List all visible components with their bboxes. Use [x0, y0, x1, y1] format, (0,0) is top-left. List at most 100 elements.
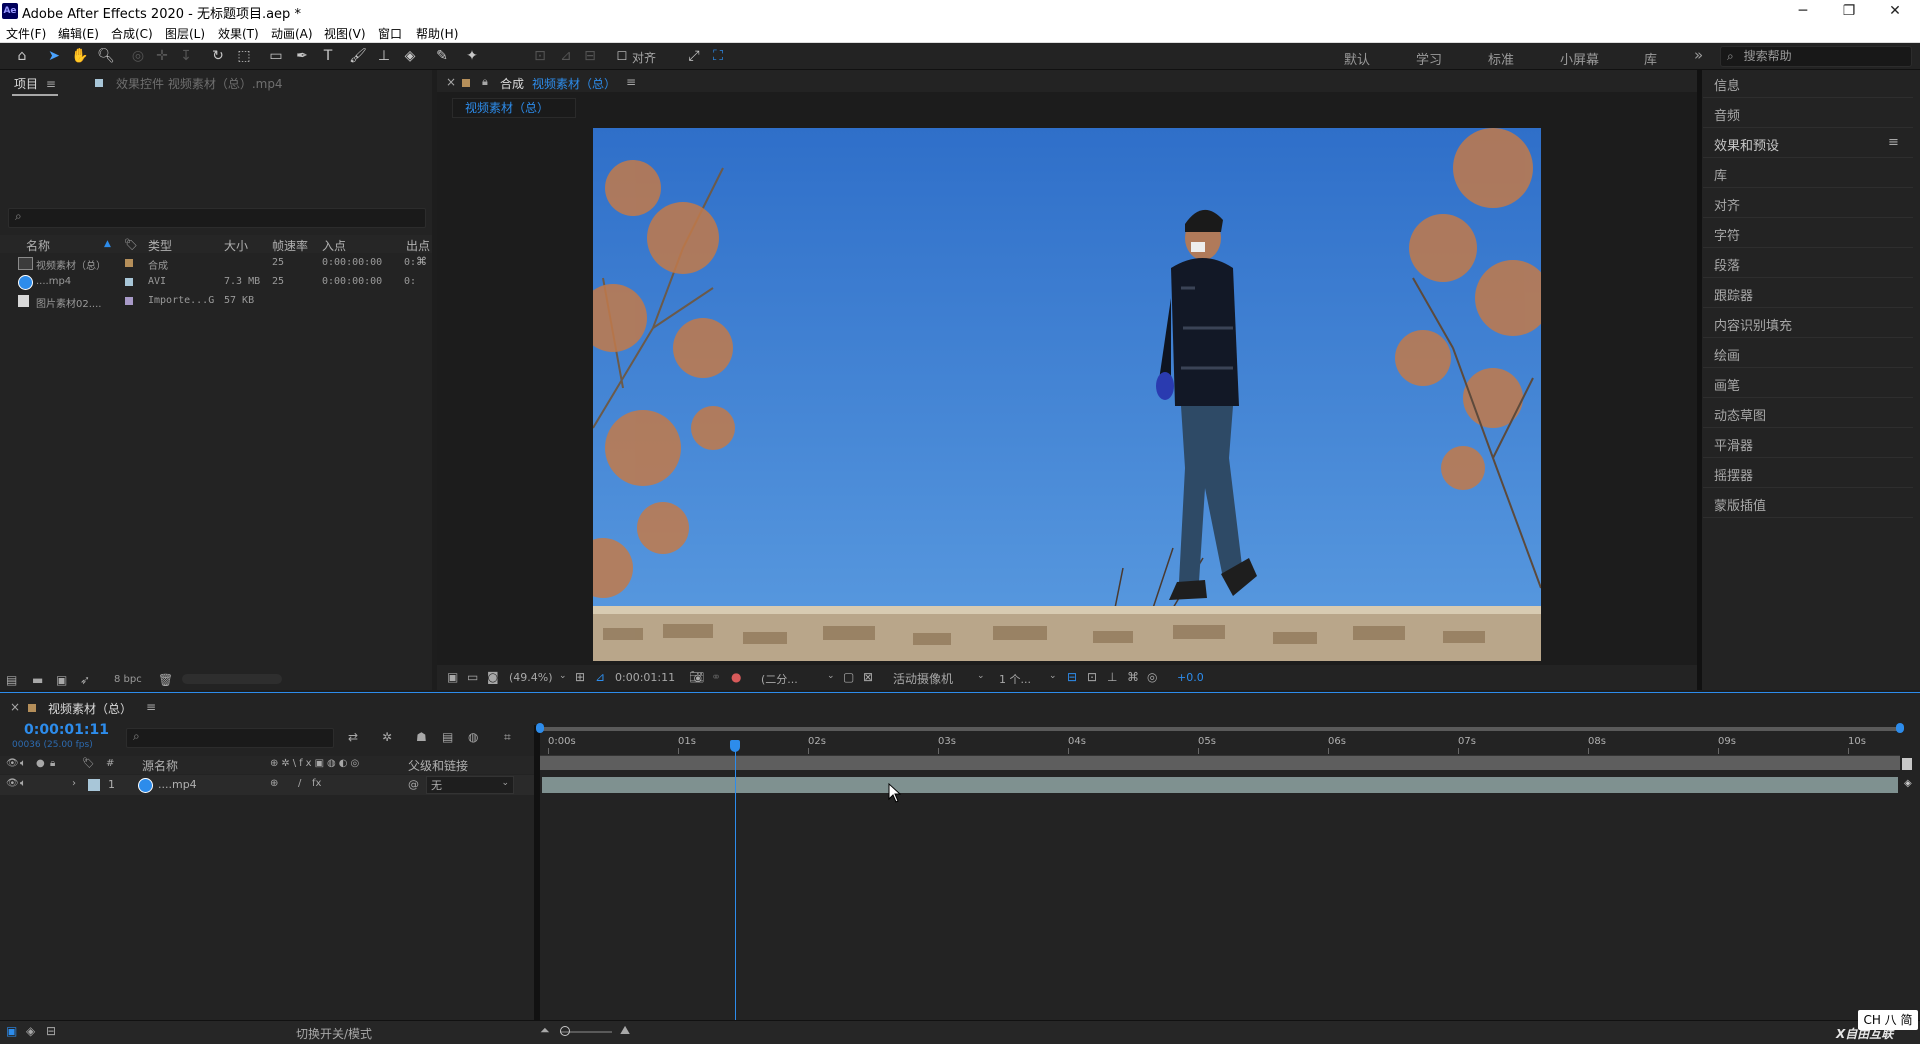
timeline-search-input[interactable]: ⌕: [126, 728, 334, 748]
toggle-switches-modes-button[interactable]: 切换开关/模式: [296, 1025, 372, 1042]
shy-layers-icon[interactable]: ☗: [416, 730, 427, 744]
new-folder-icon[interactable]: ▬: [32, 673, 43, 687]
pan-behind-tool-icon[interactable]: ⬚: [234, 46, 254, 66]
workspace-learn[interactable]: 学习: [1416, 49, 1442, 68]
parent-select[interactable]: 无 ⌄: [426, 776, 514, 794]
pick-whip-icon[interactable]: @: [408, 778, 419, 791]
render-icon[interactable]: ➶: [80, 673, 90, 687]
chevron-down-icon[interactable]: ⌄: [1049, 671, 1057, 681]
panel-menu-icon[interactable]: ≡: [1888, 135, 1899, 150]
menu-effect[interactable]: 效果(T): [218, 25, 259, 42]
column-source-name[interactable]: 源名称: [142, 757, 178, 774]
column-name[interactable]: 名称: [26, 237, 50, 254]
home-icon[interactable]: ⌂: [12, 46, 32, 66]
color-channel-icon[interactable]: ●: [731, 670, 741, 684]
zoom-select[interactable]: (49.4%): [509, 671, 553, 684]
time-navigator[interactable]: [540, 756, 1900, 770]
menu-animation[interactable]: 动画(A): [271, 25, 313, 42]
snap-label[interactable]: 对齐: [632, 49, 656, 66]
sort-asc-icon[interactable]: ▲: [104, 239, 111, 249]
panel-motion-sketch[interactable]: 动态草图: [1714, 405, 1766, 424]
workspace-standard[interactable]: 标准: [1488, 49, 1514, 68]
workspace-small-screen[interactable]: 小屏幕: [1560, 49, 1599, 68]
panel-info[interactable]: 信息: [1714, 75, 1740, 94]
rectangle-tool-icon[interactable]: ▭: [266, 46, 286, 66]
layer-duration-bar[interactable]: [542, 777, 1898, 793]
comp-tab-name[interactable]: 视频素材（总）: [532, 75, 616, 92]
quality-switch-icon[interactable]: /: [298, 778, 301, 789]
flowchart-icon[interactable]: ⌘: [416, 255, 427, 268]
thumbnail-slider[interactable]: [182, 674, 282, 684]
eraser-tool-icon[interactable]: ◈: [400, 46, 420, 66]
in-out-stretch-icon[interactable]: ⊟: [46, 1024, 56, 1038]
flowchart-icon[interactable]: ⌘: [1127, 670, 1139, 684]
pen-tool-icon[interactable]: ✒: [292, 46, 312, 66]
panel-paint[interactable]: 绘画: [1714, 345, 1740, 364]
work-area-end-handle[interactable]: [1896, 723, 1904, 733]
chevron-down-icon[interactable]: ⌄: [827, 671, 835, 681]
trash-icon[interactable]: 🗑︎: [158, 673, 173, 687]
lock-icon[interactable]: 🔒︎: [50, 758, 55, 769]
draft-3d-icon[interactable]: ✲: [382, 730, 392, 744]
panel-align[interactable]: 对齐: [1714, 195, 1740, 214]
graph-editor-icon[interactable]: ⌗: [504, 730, 511, 745]
project-search-input[interactable]: ⌕: [8, 208, 426, 228]
orbit-camera-icon[interactable]: ◎: [128, 46, 148, 66]
roto-brush-tool-icon[interactable]: ✎: [432, 46, 452, 66]
new-composition-icon[interactable]: ▣: [56, 673, 67, 687]
tab-effect-controls[interactable]: 效果控件 视频素材（总）.mp4: [116, 75, 283, 92]
exposure-value[interactable]: +0.0: [1177, 671, 1204, 684]
zoom-slider-handle[interactable]: [560, 1026, 570, 1036]
expand-chevron-icon[interactable]: ›: [72, 778, 76, 789]
snapshot-camera-icon[interactable]: 📷︎: [689, 670, 704, 684]
column-fps[interactable]: 帧速率: [272, 237, 308, 254]
minimize-button[interactable]: ─: [1780, 0, 1826, 22]
hand-tool-icon[interactable]: ✋: [70, 46, 90, 66]
pan-camera-icon[interactable]: ✛: [152, 46, 172, 66]
axis-world-icon[interactable]: ⊿: [556, 46, 576, 66]
project-row[interactable]: ....mp4 AVI 7.3 MB 25 0:00:00:00 0:: [0, 273, 432, 292]
tab-project[interactable]: 项目 ≡: [14, 75, 56, 92]
project-row[interactable]: 视频素材（总） 合成 25 0:00:00:00 0: ⌘: [0, 254, 432, 273]
menu-view[interactable]: 视图(V): [324, 25, 366, 42]
lock-icon[interactable]: 🔒︎: [482, 75, 488, 89]
restore-button[interactable]: ❐: [1826, 0, 1872, 22]
interpret-footage-icon[interactable]: ▤: [6, 673, 17, 687]
panel-audio[interactable]: 音频: [1714, 105, 1740, 124]
resolution-select[interactable]: (二分...: [761, 671, 798, 687]
effects-switch-icon[interactable]: fx: [312, 778, 321, 789]
zoom-in-icon[interactable]: ⛰: [620, 1023, 630, 1038]
axis-local-icon[interactable]: ⊡: [530, 46, 550, 66]
timeline-menu-icon[interactable]: ≡: [146, 700, 156, 714]
brush-tool-icon[interactable]: 🖌︎: [348, 46, 368, 66]
puppet-tool-icon[interactable]: ✦: [462, 46, 482, 66]
monitor-icon[interactable]: ▭: [467, 670, 478, 684]
menu-composition[interactable]: 合成(C): [111, 25, 153, 42]
transfer-controls-icon[interactable]: ◈: [26, 1024, 35, 1038]
workspace-default[interactable]: 默认: [1344, 49, 1370, 68]
dolly-camera-icon[interactable]: ↧: [176, 46, 196, 66]
camera-select[interactable]: 活动摄像机: [893, 670, 953, 687]
workspace-libraries[interactable]: 库: [1644, 49, 1657, 68]
menu-file[interactable]: 文件(F): [6, 25, 46, 42]
chevron-down-icon[interactable]: ⌄: [977, 671, 985, 681]
transparency-grid-icon[interactable]: ⊠: [863, 670, 873, 684]
layer-end-icon[interactable]: ◈: [1904, 778, 1912, 789]
ime-indicator[interactable]: CH 八 简: [1858, 1010, 1918, 1030]
audio-toggle-icon[interactable]: 🔈︎: [20, 778, 26, 789]
rotate-tool-icon[interactable]: ↻: [208, 46, 228, 66]
menu-edit[interactable]: 编辑(E): [58, 25, 99, 42]
comp-subtab[interactable]: 视频素材（总）: [452, 98, 576, 118]
work-area-bar[interactable]: [536, 723, 1904, 733]
frame-blending-icon[interactable]: ▤: [442, 730, 453, 744]
layer-switches-icon[interactable]: ▣: [6, 1024, 17, 1038]
mask-path-icon[interactable]: ⊿: [595, 670, 605, 684]
time-ruler[interactable]: 0:00s 01s 02s 03s 04s 05s 06s 07s 08s 09s 10s: [540, 733, 1900, 756]
solo-icon[interactable]: ●: [36, 758, 45, 769]
close-button[interactable]: ✕: [1872, 0, 1918, 22]
workspace-more-icon[interactable]: »: [1694, 46, 1703, 64]
column-out-point[interactable]: 出点: [406, 237, 430, 254]
label-column-icon[interactable]: 🏷︎: [124, 238, 138, 251]
composition-viewer[interactable]: [593, 128, 1541, 661]
panel-libraries[interactable]: 库: [1714, 165, 1727, 184]
